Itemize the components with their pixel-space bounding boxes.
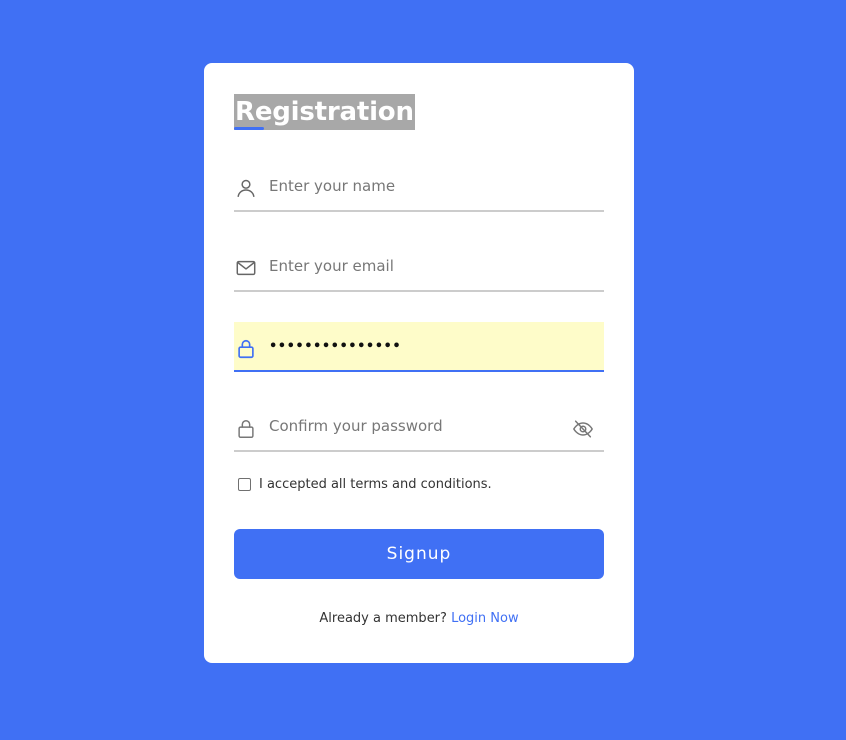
envelope-icon [236, 260, 256, 276]
title-underline [234, 127, 264, 130]
confirm-password-input[interactable] [269, 402, 569, 450]
terms-row: I accepted all terms and conditions. [234, 473, 492, 495]
password-input[interactable]: ••••••••••••••• [269, 322, 401, 370]
login-now-link[interactable]: Login Now [451, 611, 519, 626]
eye-slash-icon[interactable] [572, 418, 594, 440]
registration-card: Registration ••••••••••••••• [204, 63, 634, 663]
email-input[interactable] [269, 242, 569, 290]
title-wrap: Registration [234, 94, 415, 130]
name-field [234, 162, 604, 212]
login-row: Already a member? Login Now [204, 611, 634, 626]
page-title: Registration [234, 94, 415, 130]
signup-button[interactable]: Signup [234, 529, 604, 579]
lock-icon [238, 420, 254, 438]
terms-label: I accepted all terms and conditions. [259, 476, 492, 492]
confirm-password-field [234, 402, 604, 452]
user-icon [237, 179, 255, 197]
member-text: Already a member? [319, 611, 447, 626]
password-field: ••••••••••••••• [234, 322, 604, 372]
email-field [234, 242, 604, 292]
terms-checkbox[interactable] [238, 477, 251, 491]
name-input[interactable] [269, 162, 569, 210]
lock-icon [238, 339, 254, 359]
